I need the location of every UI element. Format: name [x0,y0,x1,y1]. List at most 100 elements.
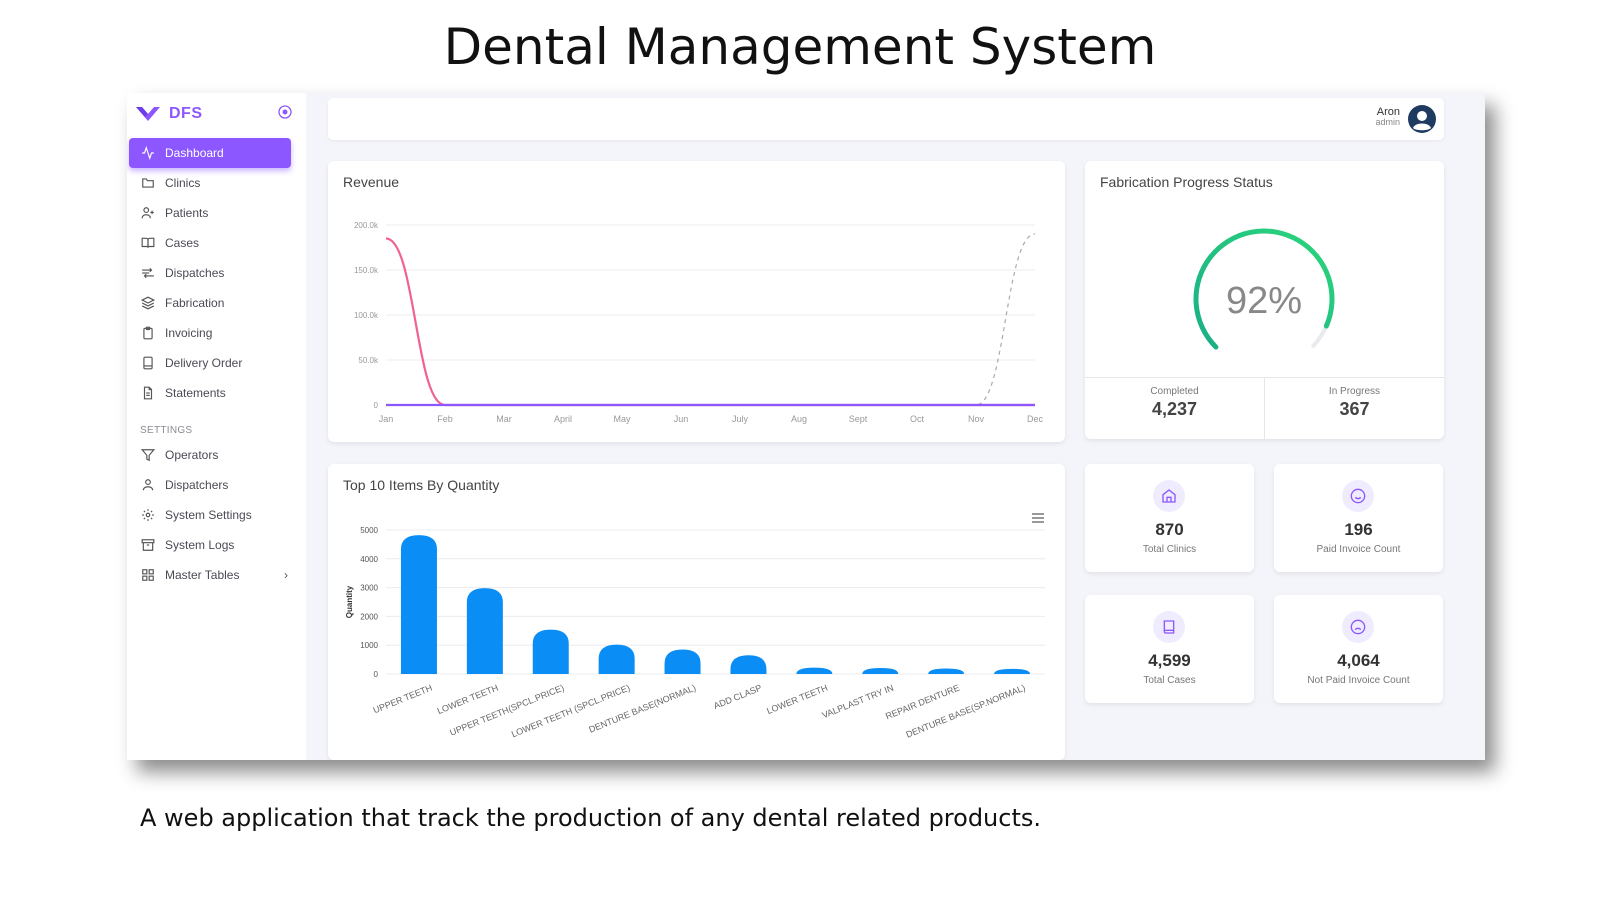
sidebar-item-master-tables[interactable]: Master Tables › [127,560,296,590]
clipboard-icon [143,326,153,340]
gear-icon [142,509,154,521]
sidebar-item-dispatches[interactable]: Dispatches [127,258,296,288]
bar[interactable] [664,649,701,674]
kpi-value: 196 [1344,520,1373,539]
sidebar-item-label: Operators [165,448,219,462]
in-progress-label: In Progress [1328,386,1381,397]
y-tick-label: 1000 [360,641,378,650]
x-tick-label: UPPER TEETH [372,683,434,716]
archive-icon [141,539,155,551]
sidebar-item-cases[interactable]: Cases [127,228,296,258]
revenue-card: Revenue 0 50.0k 100.0k 150.0k 200.0k Jan Feb Ma… [328,161,1065,442]
book-open-icon [141,237,155,248]
bar[interactable] [730,655,767,674]
bar[interactable] [994,668,1031,674]
slide-title: Dental Management System [443,18,1157,76]
y-tick-label: 4000 [360,555,378,564]
line-series-1 [386,233,1036,406]
y-tick-label: 0 [374,670,379,679]
y-tick-label: 3000 [360,584,378,593]
kpi-paid-invoice-count[interactable]: 196 Paid Invoice Count [1274,464,1443,572]
kpi-total-clinics[interactable]: 870 Total Clinics [1085,464,1254,572]
avatar[interactable] [1408,105,1436,133]
user-info[interactable]: Aron admin [1375,106,1400,128]
sidebar: DFS Dashboard Clinics Patients Cases Dis… [127,93,306,760]
radio-toggle-icon[interactable] [278,105,292,119]
sidebar-item-label: Statements [165,386,226,400]
kpi-label: Total Clinics [1142,544,1197,555]
x-tick-label: Dec [1027,414,1044,424]
sidebar-item-label: Patients [165,206,209,220]
kpi-not-paid-invoice-count[interactable]: 4,064 Not Paid Invoice Count [1274,595,1443,703]
sidebar-item-label: Dispatchers [165,478,229,492]
completed-label: Completed [1150,386,1199,397]
y-tick-label: 2000 [360,612,378,621]
bar[interactable] [532,629,569,674]
kpi-total-cases[interactable]: 4,599 Total Cases [1085,595,1254,703]
x-tick-label: Mar [496,414,512,424]
bar[interactable] [928,668,965,674]
x-tick-label: Sept [849,414,868,424]
sidebar-item-system-settings[interactable]: System Settings [127,500,296,530]
y-tick-label: 5000 [360,526,378,535]
kpi-label: Paid Invoice Count [1316,544,1401,555]
brand-name: DFS [169,105,203,122]
gauge-percent-label: 92% [1226,280,1302,322]
kpi-value: 870 [1155,520,1184,539]
x-tick-label: DENTURE BASE(SP.NORMAL) [905,683,1027,740]
y-tick-label: 200.0k [354,221,379,230]
sidebar-item-label: Clinics [165,176,201,190]
sidebar-item-statements[interactable]: Statements [127,378,296,408]
app-window: DFS Dashboard Clinics Patients Cases Dis… [127,93,1485,760]
x-tick-label: LOWER TEETH (SPCL.PRICE) [510,683,631,740]
revenue-chart: 0 50.0k 100.0k 150.0k 200.0k Jan Feb Mar April Ma… [354,221,1044,424]
y-tick-label: 100.0k [354,311,379,320]
brand[interactable]: DFS [135,99,203,129]
sidebar-item-system-logs[interactable]: System Logs [127,530,296,560]
sidebar-item-patients[interactable]: Patients [127,198,296,228]
activity-icon [142,146,154,160]
book-icon [1153,611,1185,643]
x-tick-label: DENTURE BASE(NORMAL) [587,683,697,735]
user-role: admin [1375,117,1400,128]
x-tick-label: May [613,414,631,424]
sidebar-item-operators[interactable]: Operators [127,440,296,470]
x-tick-label: Nov [968,414,985,424]
filter-icon [141,449,155,462]
topbar: Aron admin [328,98,1444,140]
sidebar-item-dispatchers[interactable]: Dispatchers [127,470,296,500]
sidebar-item-label: Dispatches [165,266,225,280]
y-tick-label: 0 [374,401,379,410]
home-icon [1153,480,1185,512]
sidebar-nav: Dashboard Clinics Patients Cases Dispatc… [127,138,306,590]
x-tick-label: Feb [437,414,453,424]
in-progress-value: 367 [1339,399,1370,419]
bar[interactable] [796,667,833,674]
folder-icon [142,178,154,188]
chevron-right-icon[interactable]: › [284,568,288,582]
y-tick-label: 150.0k [354,266,379,275]
bar[interactable] [400,535,437,674]
y-axis-label: Quantity [345,585,354,618]
logo-icon [136,107,160,121]
user-plus-icon [141,207,154,219]
sidebar-item-invoicing[interactable]: Invoicing [127,318,296,348]
sidebar-item-clinics[interactable]: Clinics [127,168,296,198]
settings-section-header: SETTINGS [140,425,193,436]
sidebar-item-delivery-order[interactable]: Delivery Order [127,348,296,378]
kpi-label: Total Cases [1143,675,1196,686]
kpi-value: 4,064 [1337,651,1380,670]
sidebar-item-dashboard[interactable]: Dashboard [129,138,291,168]
fabrication-card: Fabrication Progress Status 92% Complete… [1085,161,1444,439]
bar[interactable] [862,667,899,674]
top-items-card: Top 10 Items By Quantity 0 1000 2000 3000 40… [328,464,1065,760]
sidebar-item-fabrication[interactable]: Fabrication [127,288,296,318]
x-tick-label: April [554,414,572,424]
top-items-chart: 0 1000 2000 3000 4000 5000 Quantity UPPER TEETH… [345,526,1045,740]
user-icon [142,479,154,491]
sidebar-item-label: System Logs [165,538,235,552]
bar[interactable] [466,588,503,674]
sidebar-item-label: Invoicing [165,326,213,340]
bar[interactable] [598,644,635,674]
x-tick-label: VALPLAST TRY IN [821,683,895,721]
